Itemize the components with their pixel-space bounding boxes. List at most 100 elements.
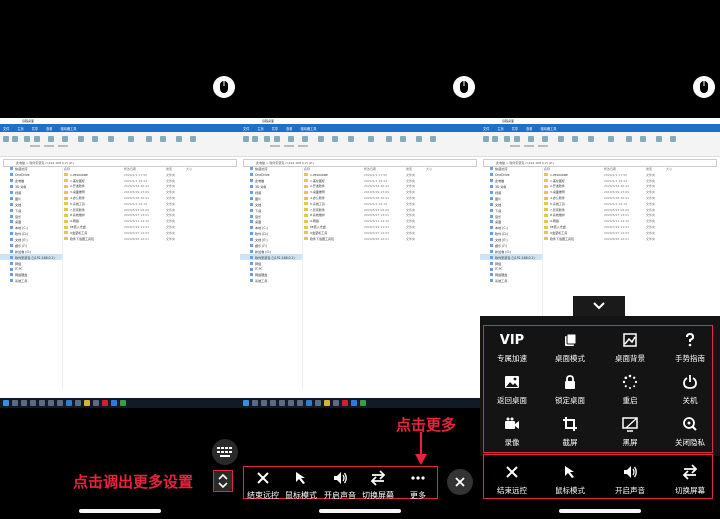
column-header[interactable]: 修改日期	[364, 167, 406, 171]
taskbar-icon[interactable]	[342, 400, 348, 406]
taskbar-icon[interactable]	[48, 400, 54, 406]
nav-item[interactable]: 系统工具	[480, 278, 542, 284]
ribbon-tab[interactable]: 共享	[512, 126, 518, 131]
more-menu-item[interactable]: 结束远控	[484, 462, 540, 496]
toolbar-button[interactable]: 更多	[400, 469, 436, 501]
taskbar-icon[interactable]	[102, 400, 108, 406]
ribbon-tab[interactable]: 查看	[46, 126, 52, 131]
taskbar-icon[interactable]	[279, 400, 285, 406]
taskbar-icon[interactable]	[3, 400, 9, 406]
taskbar-icon[interactable]	[297, 400, 303, 406]
file-list: 名称 修改日期 类型 大小 1.PEROWBE 2020/1/1 17:55 文件夹 1.美化…	[304, 166, 480, 390]
taskbar-icon[interactable]	[57, 400, 63, 406]
column-header[interactable]: 修改日期	[124, 167, 166, 171]
taskbar-icon[interactable]	[261, 400, 267, 406]
column-header[interactable]: 大小	[426, 167, 436, 171]
taskbar-icon[interactable]	[120, 400, 126, 406]
ribbon-tab[interactable]: 主页	[257, 126, 263, 131]
taskbar-icon[interactable]	[324, 400, 330, 406]
taskbar-icon[interactable]	[12, 400, 18, 406]
taskbar-icon[interactable]	[75, 400, 81, 406]
home-indicator[interactable]	[79, 509, 161, 513]
taskbar-icon[interactable]	[243, 400, 249, 406]
file-date: 2019/5/29 13:09	[604, 190, 629, 195]
taskbar-icon[interactable]	[252, 400, 258, 406]
column-header[interactable]: 名称	[304, 167, 364, 171]
taskbar-icon[interactable]	[270, 400, 276, 406]
ribbon-tab[interactable]: 文件	[483, 126, 489, 131]
column-header[interactable]: 大小	[186, 167, 196, 171]
toolbar-button[interactable]: 开启声音	[322, 469, 358, 501]
ribbon-tab[interactable]: 查看	[286, 126, 292, 131]
ribbon-tab[interactable]: 驱动器工具	[61, 126, 77, 131]
column-header[interactable]: 名称	[64, 167, 124, 171]
ribbon-tab[interactable]: 驱动器工具	[541, 126, 557, 131]
taskbar-icon[interactable]	[66, 400, 72, 406]
mouse-mode-button[interactable]	[693, 76, 715, 98]
more-menu-item[interactable]: 锁定桌面	[542, 372, 598, 406]
expand-settings-button[interactable]	[214, 471, 232, 491]
home-indicator[interactable]	[319, 509, 401, 513]
taskbar-icon[interactable]	[360, 400, 366, 406]
file-row[interactable]: 软件下载器工具包 2020/8/25 10:21 文件夹	[544, 236, 720, 242]
more-menu-item[interactable]: 返回桌面	[484, 372, 540, 406]
more-menu-item[interactable]: 黑屏	[602, 414, 658, 448]
more-menu-item[interactable]: 切换屏幕	[662, 462, 718, 496]
column-header[interactable]: 类型	[166, 167, 186, 171]
more-menu-item[interactable]: 关机	[662, 372, 718, 406]
toolbar-button[interactable]: 切换屏幕	[360, 469, 396, 501]
nav-item[interactable]: 系统工具	[240, 278, 302, 284]
column-header[interactable]: 大小	[666, 167, 676, 171]
more-menu-item[interactable]: 关闭隐私	[662, 414, 718, 448]
collapse-menu-tab[interactable]	[573, 296, 625, 316]
more-menu-item[interactable]: 手势指南	[662, 330, 718, 364]
ribbon-tab[interactable]: 查看	[526, 126, 532, 131]
home-indicator[interactable]	[559, 509, 641, 513]
taskbar-icon[interactable]	[111, 400, 117, 406]
more-menu-item[interactable]: 截屏	[542, 414, 598, 448]
taskbar-icon[interactable]	[21, 400, 27, 406]
ribbon-tab[interactable]: 主页	[17, 126, 23, 131]
taskbar-icon[interactable]	[306, 400, 312, 406]
taskbar-icon[interactable]	[351, 400, 357, 406]
file-row[interactable]: 软件下载器工具包 2020/8/25 10:21 文件夹	[304, 236, 480, 242]
file-type: 文件夹	[166, 201, 176, 206]
more-menu-item[interactable]: 鼠标模式	[542, 462, 598, 496]
ribbon-tab[interactable]: 驱动器工具	[301, 126, 317, 131]
column-header[interactable]: 类型	[646, 167, 666, 171]
close-toolbar-button[interactable]	[447, 469, 473, 495]
nav-item[interactable]: 系统工具	[0, 278, 62, 284]
file-row[interactable]: 软件下载器工具包 2020/8/25 10:21 文件夹	[64, 236, 240, 242]
taskbar-icon[interactable]	[39, 400, 45, 406]
toolbar-button[interactable]: 鼠标模式	[283, 469, 319, 501]
more-menu-item[interactable]: 桌面背景	[602, 330, 658, 364]
mouse-mode-button[interactable]	[213, 76, 235, 98]
more-menu-item[interactable]: 录像	[484, 414, 540, 448]
column-header[interactable]: 类型	[406, 167, 426, 171]
more-menu-item[interactable]: 开启声音	[602, 462, 658, 496]
remote-desktop-screen[interactable]: 远程桌面 文件 主页 共享 查看 驱动器工具 此电脑 > 软件安装包 (\\192.168.…	[0, 118, 240, 408]
toolbar-button[interactable]: 结束远控	[245, 469, 281, 501]
ribbon-tab[interactable]: 共享	[32, 126, 38, 131]
ribbon-tab[interactable]: 主页	[497, 126, 503, 131]
file-name: 5.系统工具	[70, 201, 85, 206]
keyboard-button[interactable]	[212, 439, 238, 465]
taskbar-icon[interactable]	[84, 400, 90, 406]
file-type: 文件夹	[646, 178, 656, 183]
ribbon-tab[interactable]: 文件	[243, 126, 249, 131]
taskbar-icon[interactable]	[93, 400, 99, 406]
taskbar-icon[interactable]	[315, 400, 321, 406]
more-menu-item[interactable]: VIP 专属加速	[484, 330, 540, 364]
column-header[interactable]: 修改日期	[604, 167, 646, 171]
mouse-mode-button[interactable]	[453, 76, 475, 98]
ribbon-tab[interactable]: 共享	[272, 126, 278, 131]
ribbon-tab[interactable]: 文件	[3, 126, 9, 131]
column-header[interactable]: 名称	[544, 167, 604, 171]
taskbar-icon[interactable]	[30, 400, 36, 406]
more-menu-item[interactable]: 重启	[602, 372, 658, 406]
more-menu-item[interactable]: 桌面模式	[542, 330, 598, 364]
ribbon-icon	[504, 136, 510, 142]
taskbar-icon[interactable]	[288, 400, 294, 406]
remote-desktop-screen[interactable]: 远程桌面 文件 主页 共享 查看 驱动器工具 此电脑 > 软件安装包 (\\192.168.…	[240, 118, 480, 408]
taskbar-icon[interactable]	[333, 400, 339, 406]
